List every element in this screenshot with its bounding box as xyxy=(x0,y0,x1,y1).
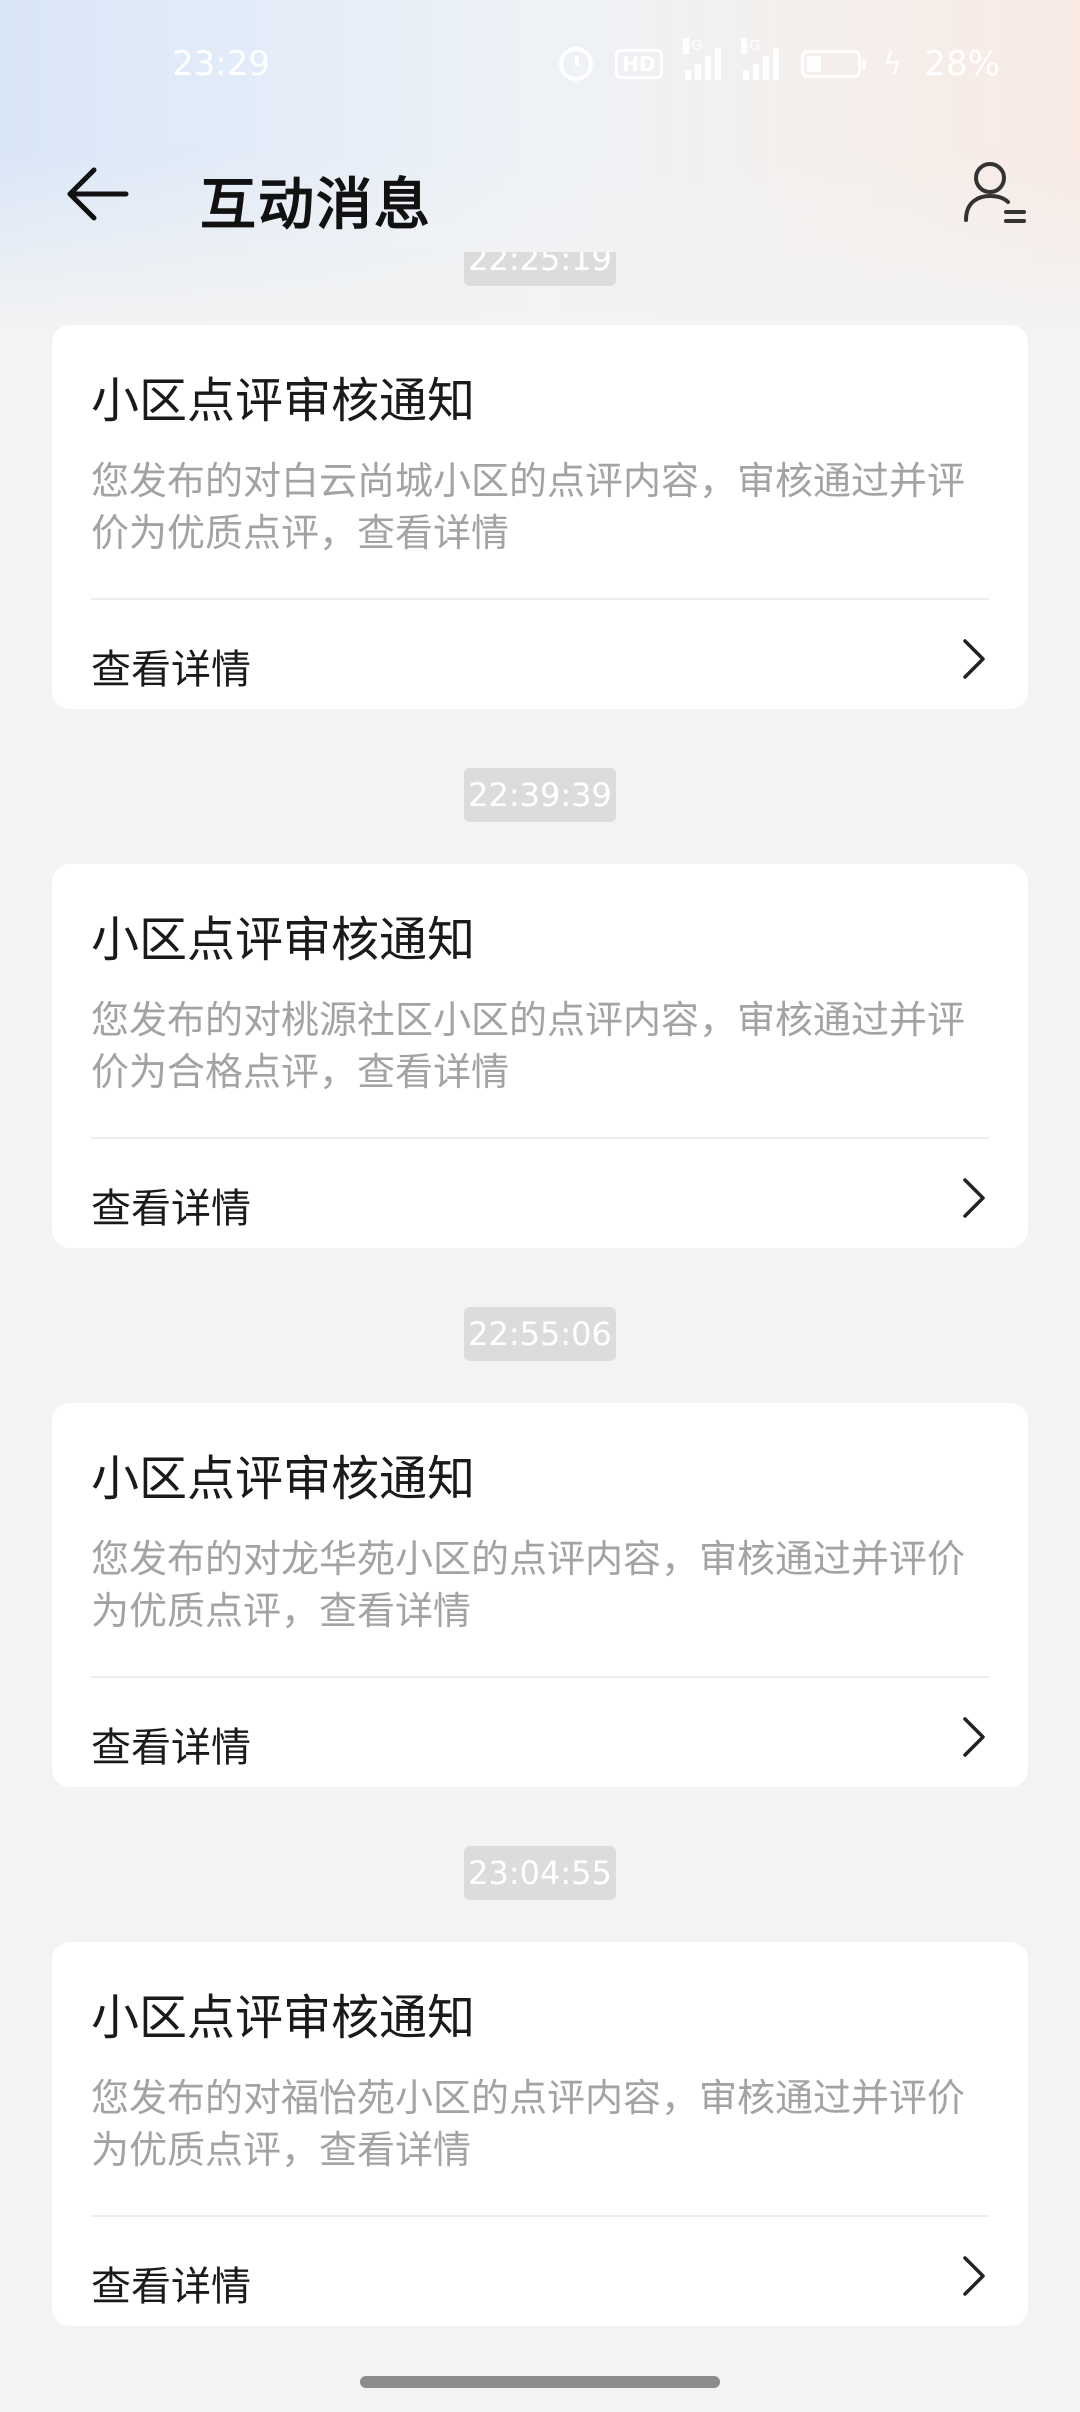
card-divider xyxy=(91,1676,989,1678)
battery-icon xyxy=(800,50,866,78)
app-header: 互动消息 xyxy=(0,130,1080,260)
message-title: 小区点评审核通知 xyxy=(91,1451,476,1507)
hd-icon: HD xyxy=(615,49,663,79)
card-divider xyxy=(91,598,989,600)
arrow-left-icon xyxy=(67,167,129,221)
message-title: 小区点评审核通知 xyxy=(91,1990,476,2046)
view-details-link[interactable]: 查看详情 xyxy=(91,1164,989,1234)
timestamp-pill: 22:55:06 xyxy=(464,1307,616,1361)
chevron-right-icon xyxy=(963,639,985,679)
view-details-link[interactable]: 查看详情 xyxy=(91,1703,989,1773)
signal-tag: 5G xyxy=(682,38,703,54)
message-card[interactable]: 小区点评审核通知 您发布的对福怡苑小区的点评内容，审核通过并评价为优质点评，查看… xyxy=(52,1942,1028,2326)
home-indicator[interactable] xyxy=(360,2376,720,2388)
person-menu-icon xyxy=(964,162,1026,223)
chevron-right-icon xyxy=(963,1178,985,1218)
signal-tag: 4G xyxy=(740,38,761,54)
message-card[interactable]: 小区点评审核通知 您发布的对白云尚城小区的点评内容，审核通过并评价为优质点评，查… xyxy=(52,325,1028,709)
signal-5g-icon: 5G xyxy=(682,38,721,80)
message-title: 小区点评审核通知 xyxy=(91,373,476,429)
message-card[interactable]: 小区点评审核通知 您发布的对桃源社区小区的点评内容，审核通过并评价为合格点评，查… xyxy=(52,864,1028,1248)
message-body: 您发布的对桃源社区小区的点评内容，审核通过并评价为合格点评，查看详情 xyxy=(91,998,966,1094)
status-icons: HD 5G 4G ϟ 28% xyxy=(559,38,1000,84)
alarm-icon xyxy=(559,47,594,81)
status-bar: 23:29 HD 5G 4G ϟ 28% xyxy=(0,0,1080,130)
charging-bolt-icon: ϟ xyxy=(882,46,903,82)
profile-button[interactable] xyxy=(960,158,1030,228)
message-body: 您发布的对福怡苑小区的点评内容，审核通过并评价为优质点评，查看详情 xyxy=(91,2076,966,2172)
status-time: 23:29 xyxy=(172,44,270,84)
card-divider xyxy=(91,1137,989,1139)
battery-percent: 28% xyxy=(924,44,1000,84)
view-details-link[interactable]: 查看详情 xyxy=(91,2242,989,2312)
page-title: 互动消息 xyxy=(200,173,432,238)
view-details-label: 查看详情 xyxy=(91,647,251,693)
message-title: 小区点评审核通知 xyxy=(91,912,476,968)
view-details-link[interactable]: 查看详情 xyxy=(91,625,989,695)
back-button[interactable] xyxy=(64,164,134,224)
timestamp-pill: 23:04:55 xyxy=(464,1846,616,1900)
message-body: 您发布的对白云尚城小区的点评内容，审核通过并评价为优质点评，查看详情 xyxy=(91,459,966,555)
view-details-label: 查看详情 xyxy=(91,1725,251,1771)
card-divider xyxy=(91,2215,989,2217)
timestamp-pill: 22:39:39 xyxy=(464,768,616,822)
chevron-right-icon xyxy=(963,2256,985,2296)
signal-4g-icon: 4G xyxy=(740,38,779,80)
message-card[interactable]: 小区点评审核通知 您发布的对龙华苑小区的点评内容，审核通过并评价为优质点评，查看… xyxy=(52,1403,1028,1787)
message-body: 您发布的对龙华苑小区的点评内容，审核通过并评价为优质点评，查看详情 xyxy=(91,1537,966,1633)
view-details-label: 查看详情 xyxy=(91,2264,251,2310)
view-details-label: 查看详情 xyxy=(91,1186,251,1232)
chevron-right-icon xyxy=(963,1717,985,1757)
